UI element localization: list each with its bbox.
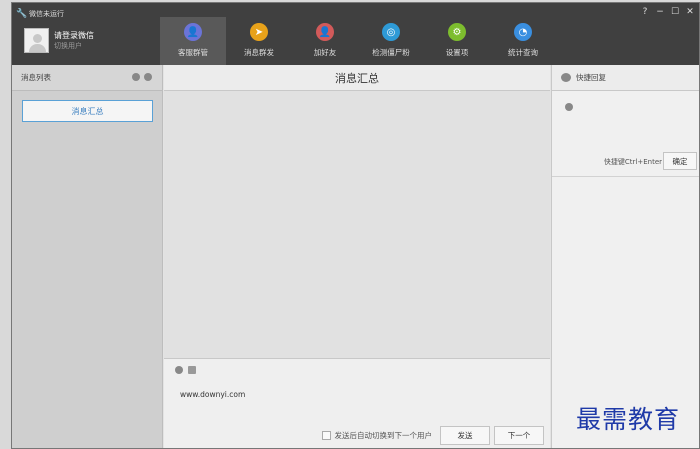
- emoji-icon[interactable]: [565, 103, 573, 111]
- compose-area: www.downyi.com 发送后自动切换到下一个用户 发送 下一个: [164, 358, 550, 448]
- send-button[interactable]: 发送: [440, 426, 490, 445]
- nav-item-detect-zombie[interactable]: ◎ 检测僵尸粉: [358, 17, 424, 65]
- app-window: 🔧 微信未运行 ? − ☐ ✕ 请登录微信 切换用户 👤 客服群管 ➤ 消息群发: [11, 2, 700, 449]
- nav-item-mass-message[interactable]: ➤ 消息群发: [226, 17, 292, 65]
- user-name[interactable]: 请登录微信: [54, 30, 94, 41]
- emoji-icon[interactable]: [175, 366, 183, 374]
- quick-reply-title: 快捷回复: [576, 73, 606, 82]
- nav-label: 统计查询: [508, 48, 538, 57]
- message-input[interactable]: www.downyi.com: [180, 390, 245, 399]
- nav-label: 设置项: [445, 48, 469, 57]
- nav-item-add-friend[interactable]: 👤 加好友: [292, 17, 358, 65]
- add-friend-icon: 👤: [316, 23, 334, 41]
- detect-icon: ◎: [382, 23, 400, 41]
- chat-icon[interactable]: [132, 73, 140, 81]
- chat-title: 消息汇总: [164, 65, 550, 91]
- user-box[interactable]: 请登录微信 切换用户: [24, 28, 94, 53]
- message-list-header: 消息列表: [12, 65, 162, 91]
- nav-label: 客服群管: [178, 48, 208, 57]
- avatar[interactable]: [24, 28, 49, 53]
- image-icon[interactable]: [188, 366, 196, 374]
- chat-bubble-icon: [561, 73, 571, 82]
- window-controls: ? − ☐ ✕: [640, 7, 695, 17]
- send-icon: ➤: [250, 23, 268, 41]
- message-list-title: 消息列表: [21, 73, 51, 82]
- shortcut-hint: 快捷键Ctrl+Enter: [603, 158, 662, 166]
- message-list-panel: 消息列表 消息汇总: [12, 65, 163, 448]
- gear-icon[interactable]: [144, 73, 152, 81]
- nav-label: 加好友: [313, 48, 337, 57]
- confirm-button[interactable]: 确定: [663, 152, 697, 170]
- nav-item-customer-group[interactable]: 👤 客服群管: [160, 17, 226, 65]
- help-icon[interactable]: ?: [640, 7, 650, 17]
- divider: [552, 176, 699, 177]
- settings-icon: ⚙: [448, 23, 466, 41]
- nav-item-statistics[interactable]: ◔ 统计查询: [490, 17, 556, 65]
- title-row: 🔧 微信未运行: [16, 9, 64, 19]
- watermark: 最需教育: [576, 405, 681, 434]
- chat-panel: 消息汇总 www.downyi.com 发送后自动切换到下一个用户 发送 下一个: [164, 65, 550, 448]
- nav-item-settings[interactable]: ⚙ 设置项: [424, 17, 490, 65]
- close-icon[interactable]: ✕: [685, 7, 695, 17]
- quick-reply-panel: 快捷回复 快捷键Ctrl+Enter 确定: [551, 65, 699, 448]
- message-summary-button[interactable]: 消息汇总: [22, 100, 153, 122]
- nav-label: 检测僵尸粉: [372, 48, 410, 57]
- header: 🔧 微信未运行 ? − ☐ ✕ 请登录微信 切换用户 👤 客服群管 ➤ 消息群发: [12, 3, 699, 65]
- status-title: 微信未运行: [29, 10, 64, 18]
- auto-switch-label: 发送后自动切换到下一个用户: [334, 431, 433, 440]
- stats-icon: ◔: [514, 23, 532, 41]
- user-icon: 👤: [184, 23, 202, 41]
- auto-switch-checkbox[interactable]: [321, 431, 331, 440]
- main-nav: 👤 客服群管 ➤ 消息群发 👤 加好友 ◎ 检测僵尸粉 ⚙ 设置项 ◔ 统计查询: [160, 17, 556, 65]
- switch-user-link[interactable]: 切换用户: [54, 41, 94, 52]
- quick-reply-header: 快捷回复: [552, 65, 699, 91]
- maximize-icon[interactable]: ☐: [670, 7, 680, 17]
- minimize-icon[interactable]: −: [655, 7, 665, 17]
- next-button[interactable]: 下一个: [494, 426, 544, 445]
- wrench-icon: 🔧: [16, 8, 28, 19]
- nav-label: 消息群发: [244, 48, 274, 57]
